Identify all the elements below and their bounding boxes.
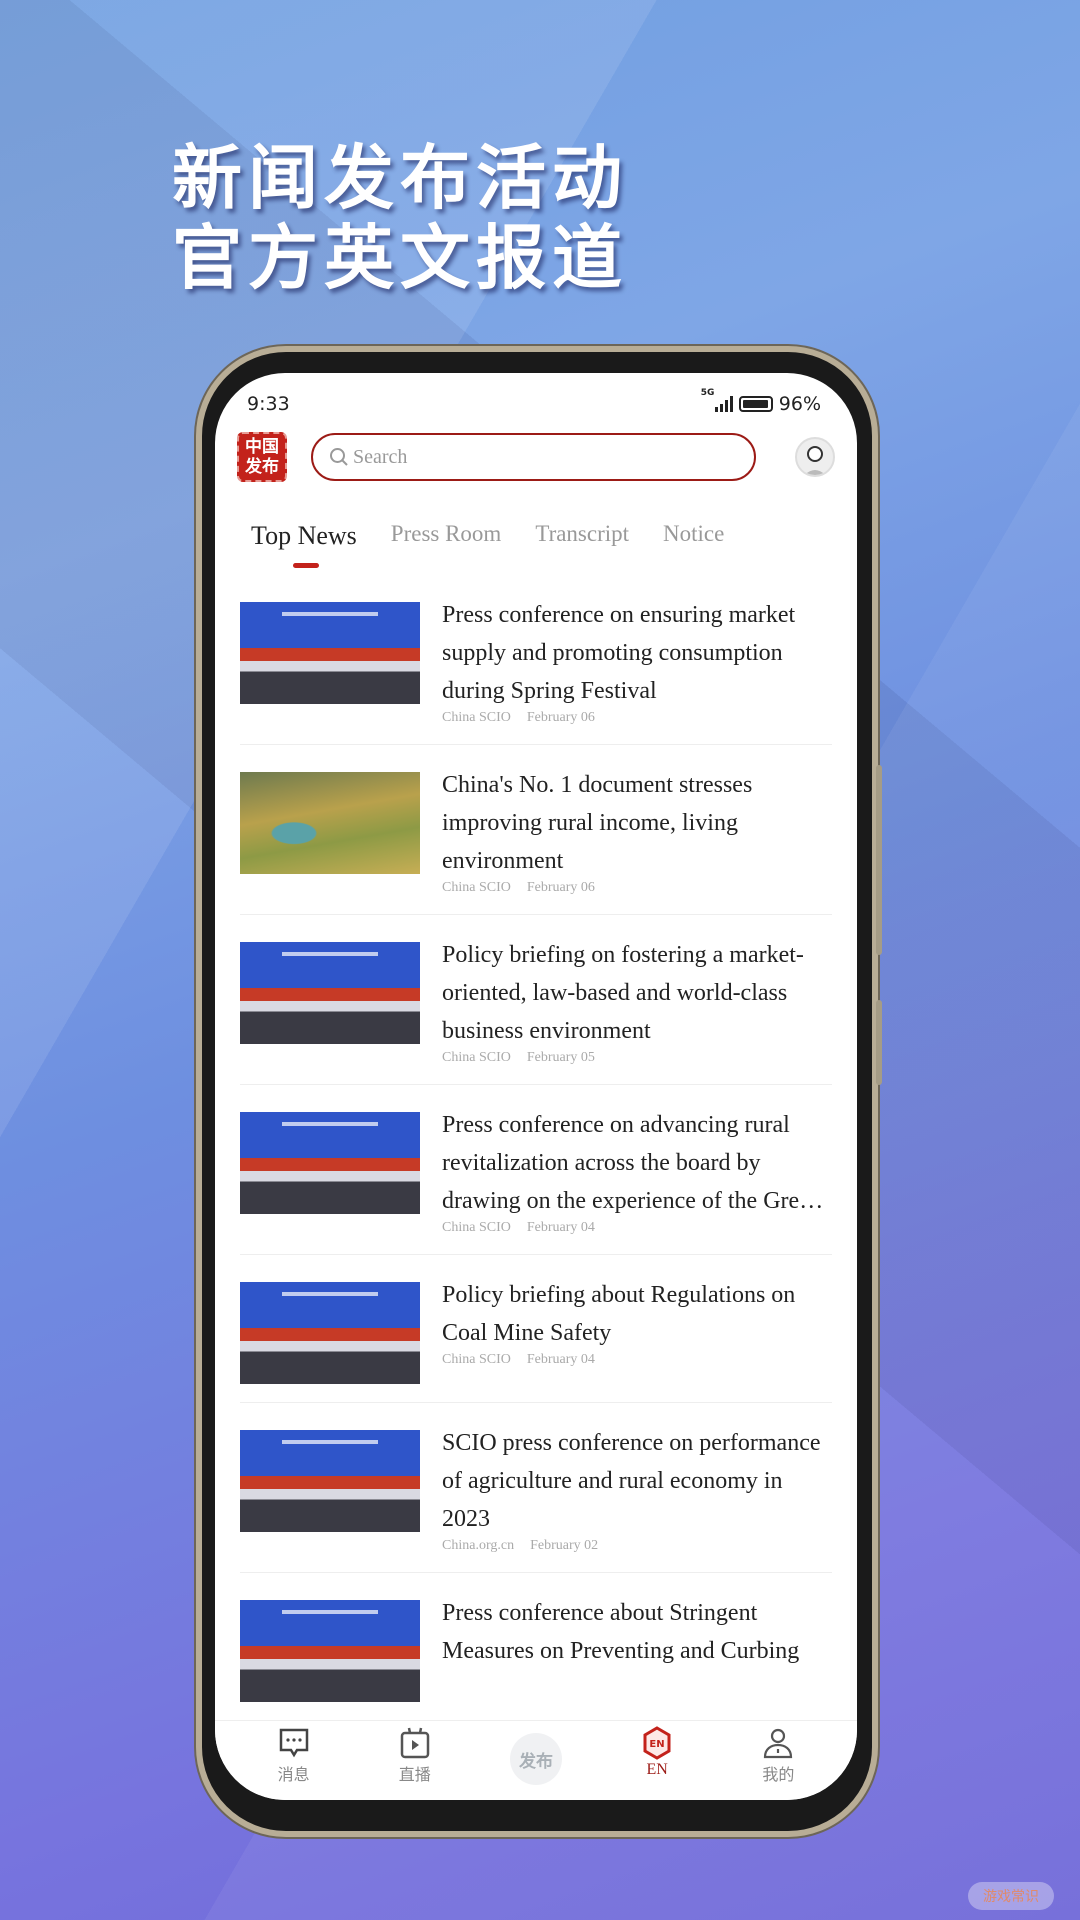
news-item[interactable]: China's No. 1 document stresses improvin…: [240, 763, 832, 915]
news-text: Press conference about Stringent Measure…: [442, 1600, 832, 1702]
news-source: China SCIO: [442, 1050, 511, 1065]
avatar[interactable]: [795, 437, 835, 477]
app-screen: 9:33 5G 96% 中国 发布 Search Top News Press Ro…: [215, 373, 857, 1800]
promo-headline: 新闻发布活动 官方英文报道: [172, 138, 628, 298]
news-item[interactable]: Press conference on ensuring market supp…: [240, 593, 832, 745]
live-tv-icon: [400, 1727, 430, 1759]
news-list: Press conference on ensuring market supp…: [240, 593, 832, 1739]
power-button: [876, 1000, 882, 1085]
status-bar: 9:33 5G 96%: [247, 388, 821, 417]
search-placeholder: Search: [353, 445, 408, 468]
news-item[interactable]: Press conference about Stringent Measure…: [240, 1591, 832, 1721]
news-text: China's No. 1 document stresses improvin…: [442, 772, 832, 896]
network-type: 5G: [700, 388, 715, 398]
en-icon: EN: [643, 1726, 671, 1760]
bottom-nav: 消息 直播 发布 EN EN 我的: [215, 1720, 857, 1800]
news-title: China's No. 1 document stresses improvin…: [442, 772, 753, 874]
news-source: China SCIO: [442, 880, 511, 895]
news-title: Press conference about Stringent Measure…: [442, 1600, 800, 1664]
user-avatar-icon: [804, 446, 826, 475]
news-thumbnail: [240, 1112, 420, 1214]
news-thumbnail: [240, 1600, 420, 1702]
news-date: February 04: [526, 1352, 595, 1367]
news-title: Press conference on advancing rural revi…: [442, 1112, 822, 1214]
news-item[interactable]: Press conference on advancing rural revi…: [240, 1103, 832, 1255]
tab-press-room[interactable]: Press Room: [391, 521, 502, 551]
news-text: Press conference on advancing rural revi…: [442, 1112, 832, 1236]
news-meta: [442, 1670, 832, 1686]
nav-label: EN: [646, 1761, 668, 1778]
news-title: Policy briefing about Regulations on Coa…: [442, 1282, 796, 1346]
tab-top-news[interactable]: Top News: [251, 521, 357, 568]
news-title: Press conference on ensuring market supp…: [442, 602, 796, 704]
signal-icon: 5G: [701, 388, 733, 412]
news-item[interactable]: SCIO press conference on performance of …: [240, 1421, 832, 1573]
news-source: China SCIO: [442, 1220, 511, 1235]
news-text: Policy briefing on fostering a market-or…: [442, 942, 832, 1066]
svg-text:EN: EN: [650, 1739, 665, 1750]
news-meta: China.org.cn February 02: [442, 1538, 832, 1554]
nav-messages[interactable]: 消息: [254, 1725, 334, 1785]
news-date: February 06: [526, 880, 595, 895]
logo-line: 发布: [245, 457, 279, 477]
nav-publish[interactable]: 发布: [496, 1725, 576, 1785]
news-item[interactable]: Policy briefing on fostering a market-or…: [240, 933, 832, 1085]
battery-icon: [738, 396, 773, 412]
news-thumbnail: [240, 602, 420, 704]
profile-icon: [764, 1728, 793, 1759]
volume-button: [876, 765, 882, 955]
nav-label: 消息: [277, 1767, 310, 1784]
nav-en[interactable]: EN EN: [617, 1725, 697, 1779]
nav-live[interactable]: 直播: [375, 1725, 455, 1785]
news-thumbnail: [240, 1430, 420, 1532]
news-text: Policy briefing about Regulations on Coa…: [442, 1282, 832, 1384]
category-tabs: Top News Press Room Transcript Notice: [251, 521, 758, 568]
nav-label: 直播: [398, 1767, 431, 1784]
news-meta: China SCIO February 04: [442, 1352, 832, 1368]
nav-label: 我的: [762, 1767, 795, 1784]
news-title: SCIO press conference on performance of …: [442, 1430, 821, 1532]
news-thumbnail: [240, 1282, 420, 1384]
battery-percent: 96%: [778, 393, 821, 415]
search-icon: [330, 448, 348, 466]
news-source: China.org.cn: [442, 1538, 515, 1553]
app-header: 中国 发布 Search: [237, 431, 835, 483]
search-input[interactable]: Search: [311, 433, 756, 481]
news-meta: China SCIO February 06: [442, 710, 832, 726]
nav-profile[interactable]: 我的: [738, 1725, 818, 1785]
promo-line-2: 官方英文报道: [172, 216, 628, 299]
news-source: China SCIO: [442, 1352, 511, 1367]
status-time: 9:33: [247, 393, 290, 415]
news-source: China SCIO: [442, 710, 511, 725]
news-date: February 05: [526, 1050, 595, 1065]
news-item[interactable]: Policy briefing about Regulations on Coa…: [240, 1273, 832, 1403]
news-title: Policy briefing on fostering a market-or…: [442, 942, 804, 1044]
news-date: February 02: [530, 1538, 599, 1553]
news-text: Press conference on ensuring market supp…: [442, 602, 832, 726]
news-thumbnail: [240, 772, 420, 874]
message-icon: [279, 1728, 308, 1758]
logo-line: 中国: [245, 437, 279, 457]
news-meta: China SCIO February 04: [442, 1220, 832, 1236]
news-thumbnail: [240, 942, 420, 1044]
news-date: February 06: [526, 710, 595, 725]
promo-line-1: 新闻发布活动: [172, 136, 628, 219]
tab-notice[interactable]: Notice: [663, 521, 724, 551]
news-date: February 04: [526, 1220, 595, 1235]
tab-transcript[interactable]: Transcript: [535, 521, 629, 551]
publish-icon: 发布: [509, 1733, 562, 1785]
watermark-logo: 游戏常识: [968, 1882, 1054, 1910]
app-logo[interactable]: 中国 发布: [237, 432, 287, 482]
news-text: SCIO press conference on performance of …: [442, 1430, 832, 1554]
news-meta: China SCIO February 05: [442, 1050, 832, 1066]
news-meta: China SCIO February 06: [442, 880, 832, 896]
